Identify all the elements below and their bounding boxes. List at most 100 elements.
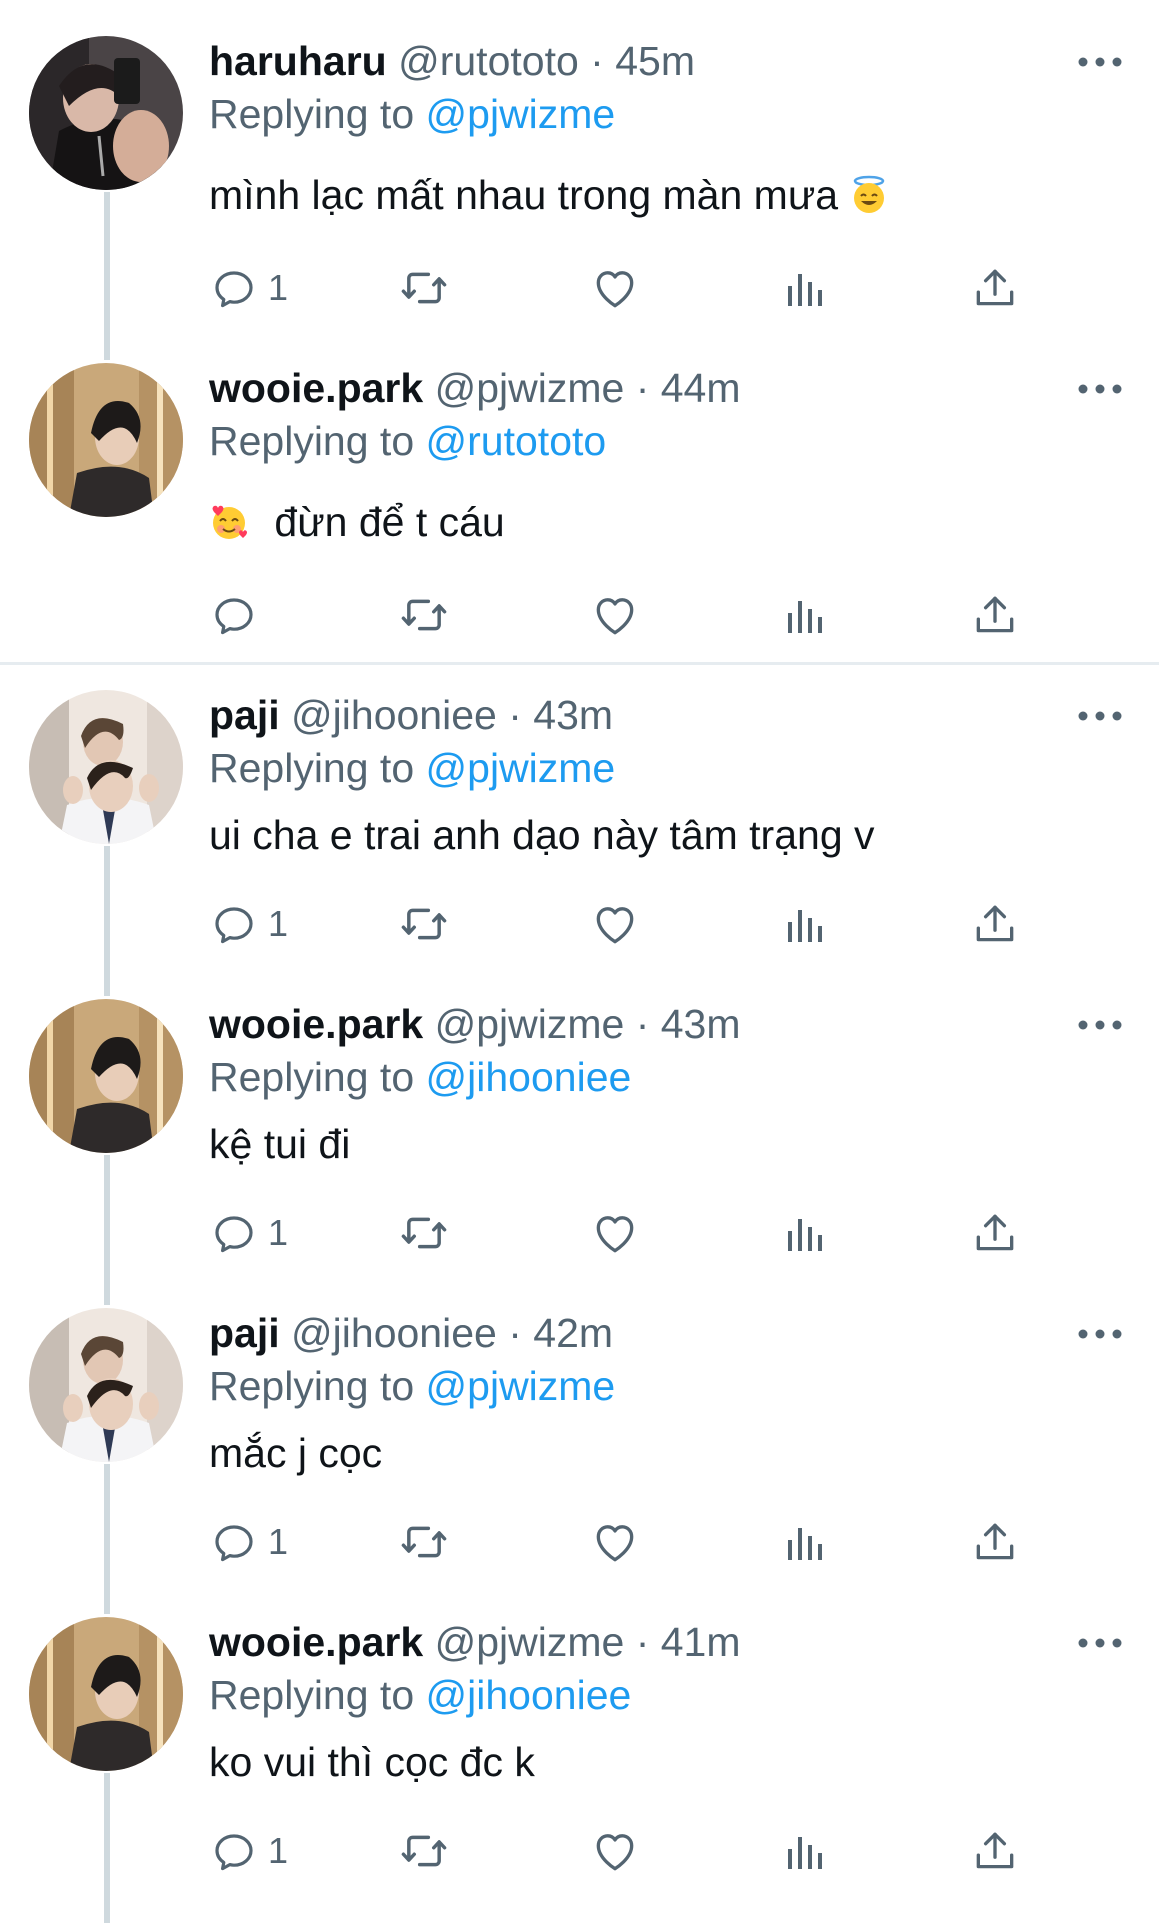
reply-button[interactable]: [210, 587, 258, 643]
more-icon[interactable]: [1075, 706, 1125, 726]
display-name[interactable]: haruharu: [209, 38, 387, 84]
mention-link[interactable]: @jihooniee: [426, 1672, 632, 1718]
share-button[interactable]: [970, 1205, 1020, 1261]
display-name[interactable]: paji: [209, 692, 280, 738]
reply-button[interactable]: 1: [210, 896, 288, 952]
share-button[interactable]: [970, 1823, 1020, 1879]
reply-button[interactable]: 1: [210, 1514, 288, 1570]
user-handle[interactable]: @pjwizme: [435, 1619, 625, 1665]
avatar[interactable]: [29, 1308, 183, 1462]
avatar[interactable]: [29, 690, 183, 844]
reply-icon: [210, 1518, 258, 1566]
more-icon[interactable]: [1075, 379, 1125, 399]
timestamp[interactable]: · 42m: [508, 1310, 613, 1356]
more-icon[interactable]: [1075, 1015, 1125, 1035]
replying-to: Replying to @pjwizme: [209, 744, 615, 792]
timestamp[interactable]: · 41m: [636, 1619, 741, 1665]
retweet-icon: [398, 898, 450, 950]
mention-link[interactable]: @jihooniee: [426, 1054, 632, 1100]
mention-link[interactable]: @pjwizme: [426, 1363, 616, 1409]
smiling-face-with-hearts-icon: [209, 502, 249, 542]
retweet-button[interactable]: [398, 1205, 450, 1261]
display-name[interactable]: wooie.park: [209, 1619, 423, 1665]
thread-line: [104, 1464, 110, 1614]
retweet-button[interactable]: [398, 260, 450, 316]
views-icon: [780, 1520, 828, 1568]
thread-line: [104, 1773, 110, 1923]
tweet-text: kệ tui đi: [209, 1119, 350, 1169]
retweet-button[interactable]: [398, 896, 450, 952]
heart-icon: [590, 1517, 640, 1567]
heart-icon: [590, 590, 640, 640]
like-button[interactable]: [590, 587, 640, 643]
thread-line: [104, 192, 110, 360]
tweet-text: ko vui thì cọc đc k: [209, 1737, 535, 1787]
replying-to-label: Replying to: [209, 91, 415, 137]
timestamp[interactable]: · 44m: [636, 365, 741, 411]
user-handle[interactable]: @rutototo: [398, 38, 579, 84]
reply-button[interactable]: 1: [210, 1823, 288, 1879]
timestamp[interactable]: · 43m: [636, 1001, 741, 1047]
like-button[interactable]: [590, 1205, 640, 1261]
timestamp[interactable]: · 45m: [590, 38, 695, 84]
views-button[interactable]: [780, 1207, 828, 1263]
heart-icon: [590, 1208, 640, 1258]
avatar[interactable]: [29, 999, 183, 1153]
user-handle[interactable]: @pjwizme: [435, 1001, 625, 1047]
retweet-button[interactable]: [398, 1823, 450, 1879]
views-button[interactable]: [780, 1825, 828, 1881]
reply-button[interactable]: 1: [210, 260, 288, 316]
share-button[interactable]: [970, 260, 1020, 316]
avatar[interactable]: [29, 1617, 183, 1771]
share-icon: [970, 1517, 1020, 1567]
timestamp[interactable]: · 43m: [508, 692, 613, 738]
display-name[interactable]: wooie.park: [209, 1001, 423, 1047]
reply-button[interactable]: 1: [210, 1205, 288, 1261]
views-button[interactable]: [780, 1516, 828, 1572]
retweet-icon: [398, 1516, 450, 1568]
display-name[interactable]: paji: [209, 1310, 280, 1356]
more-icon[interactable]: [1075, 1324, 1125, 1344]
avatar[interactable]: [29, 363, 183, 517]
user-handle[interactable]: @jihooniee: [291, 1310, 497, 1356]
share-button[interactable]: [970, 587, 1020, 643]
more-icon[interactable]: [1075, 52, 1125, 72]
replying-to-label: Replying to: [209, 1672, 415, 1718]
mention-link[interactable]: @rutototo: [426, 418, 607, 464]
user-handle[interactable]: @jihooniee: [291, 692, 497, 738]
avatar[interactable]: [29, 36, 183, 190]
like-button[interactable]: [590, 1514, 640, 1570]
mention-link[interactable]: @pjwizme: [426, 91, 616, 137]
share-button[interactable]: [970, 1514, 1020, 1570]
views-button[interactable]: [780, 589, 828, 645]
retweet-button[interactable]: [398, 1514, 450, 1570]
replying-to-label: Replying to: [209, 1363, 415, 1409]
tweet-header: wooie.park @pjwizme · 41m: [209, 1618, 741, 1666]
heart-icon: [590, 263, 640, 313]
replying-to: Replying to @jihooniee: [209, 1053, 631, 1101]
share-icon: [970, 899, 1020, 949]
views-icon: [780, 902, 828, 950]
retweet-icon: [398, 1207, 450, 1259]
user-handle[interactable]: @pjwizme: [435, 365, 625, 411]
like-button[interactable]: [590, 260, 640, 316]
display-name[interactable]: wooie.park: [209, 365, 423, 411]
mention-link[interactable]: @pjwizme: [426, 745, 616, 791]
reply-count: 1: [268, 1212, 289, 1253]
like-button[interactable]: [590, 896, 640, 952]
heart-icon: [590, 899, 640, 949]
tweet-text-content: đừn để t cáu: [274, 499, 505, 545]
tweet-header: wooie.park @pjwizme · 43m: [209, 1000, 741, 1048]
more-icon[interactable]: [1075, 1633, 1125, 1653]
retweet-button[interactable]: [398, 587, 450, 643]
replying-to-label: Replying to: [209, 1054, 415, 1100]
like-button[interactable]: [590, 1823, 640, 1879]
thread-divider: [0, 662, 1159, 665]
share-button[interactable]: [970, 896, 1020, 952]
tweet-text-content: mắc j cọc: [209, 1430, 383, 1476]
views-button[interactable]: [780, 898, 828, 954]
heart-icon: [590, 1826, 640, 1876]
tweet-text-content: mình lạc mất nhau trong màn mưa: [209, 172, 839, 218]
views-button[interactable]: [780, 262, 828, 318]
reply-icon: [210, 1209, 258, 1257]
